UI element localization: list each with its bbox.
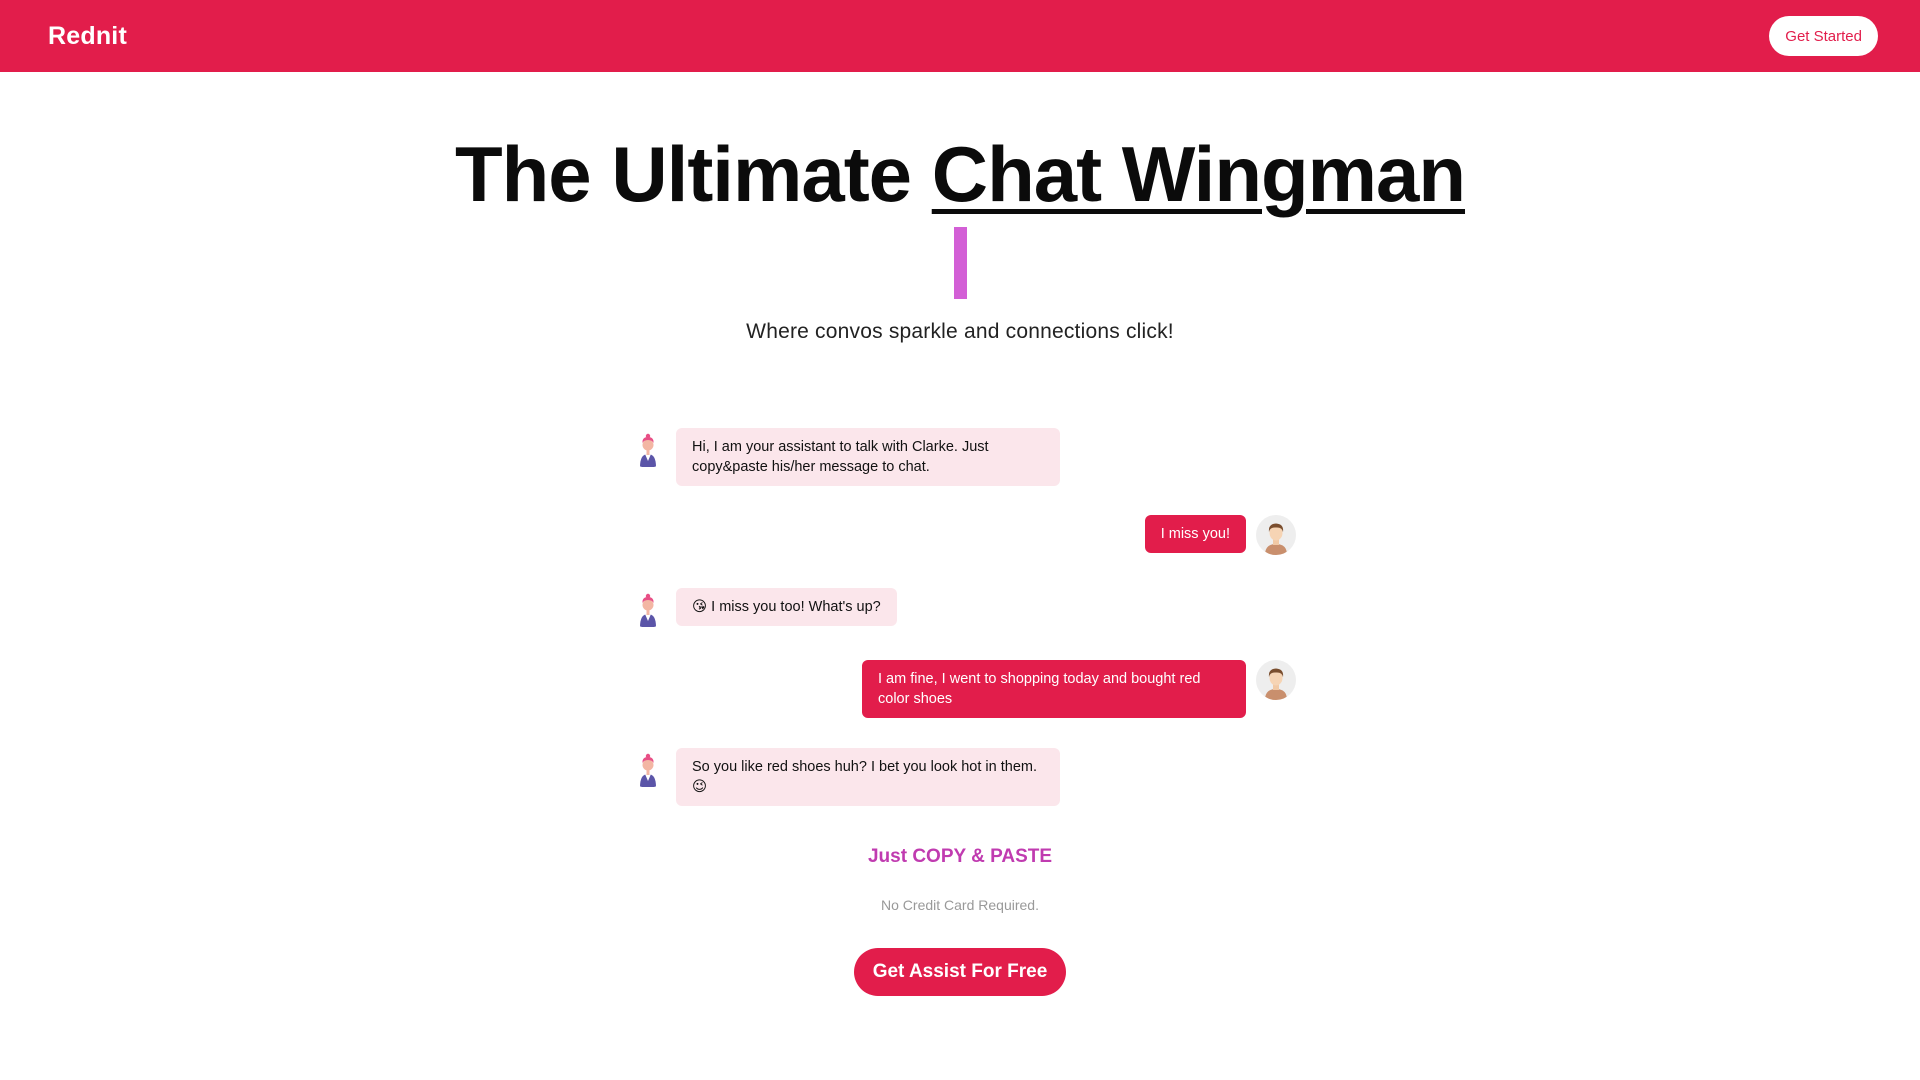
chat-message-bot: 😘 I miss you too! What's up? <box>628 588 897 628</box>
copy-paste-heading: Just COPY & PASTE <box>867 846 1053 867</box>
assistant-avatar-icon <box>640 753 656 787</box>
user-avatar-icon <box>1256 660 1296 700</box>
no-credit-card-note: No Credit Card Required. <box>881 897 1039 913</box>
chat-message-user: I am fine, I went to shopping today and … <box>862 660 1296 718</box>
chat-bubble-bot: Hi, I am your assistant to talk with Cla… <box>676 428 1060 486</box>
chat-message-user: I miss you! <box>1144 515 1296 555</box>
assistant-avatar-icon <box>640 433 656 467</box>
chat-message-bot: Hi, I am your assistant to talk with Cla… <box>628 428 1060 486</box>
get-started-button[interactable]: Get Started <box>1769 16 1878 56</box>
chat-bubble-user: I miss you! <box>1144 515 1246 553</box>
user-avatar-icon <box>1256 515 1296 555</box>
typing-caret <box>953 227 967 299</box>
chat-bubble-bot: 😘 I miss you too! What's up? <box>676 588 897 626</box>
hero-subtitle: Where convos sparkle and connections cli… <box>746 320 1174 343</box>
assistant-avatar-icon <box>640 593 656 627</box>
chat-bubble-bot: So you like red shoes huh? I bet you loo… <box>676 748 1060 806</box>
hero-title: The Ultimate Chat Wingman <box>0 126 1920 222</box>
chat-message-bot: So you like red shoes huh? I bet you loo… <box>628 748 1060 806</box>
get-assist-free-button[interactable]: Get Assist For Free <box>854 948 1066 996</box>
brand-logo[interactable]: Rednit <box>48 22 127 51</box>
hero-title-plain: The Ultimate <box>454 130 932 218</box>
top-navbar: Rednit Get Started <box>0 0 1920 72</box>
hero-section: The Ultimate Chat Wingman Where convos s… <box>0 126 1920 344</box>
hero-title-highlight: Chat Wingman <box>931 130 1466 218</box>
chat-bubble-user: I am fine, I went to shopping today and … <box>862 660 1246 718</box>
